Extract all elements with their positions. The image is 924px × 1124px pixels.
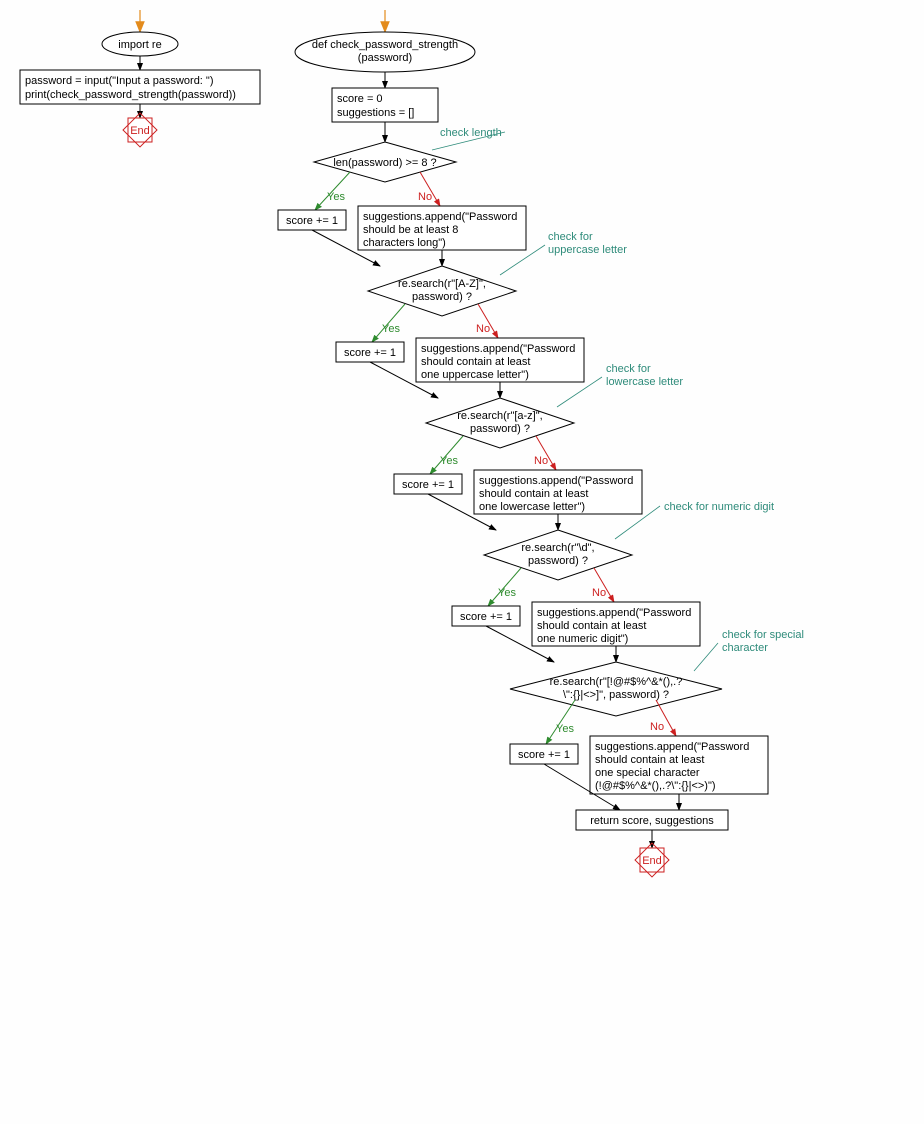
svg-text:return score, suggestions: return score, suggestions	[590, 815, 714, 827]
svg-text:check for numeric digit: check for numeric digit	[664, 501, 774, 513]
svg-text:No: No	[418, 191, 432, 203]
check-uppercase: check for uppercase letter re.search(r"[…	[336, 231, 627, 398]
svg-text:one uppercase letter"): one uppercase letter")	[421, 369, 529, 381]
svg-text:suggestions.append("Password: suggestions.append("Password	[421, 343, 575, 355]
flowchart: import re password = input("Input a pass…	[0, 0, 924, 1121]
svg-text:should be at least 8: should be at least 8	[363, 224, 458, 236]
svg-text:characters long"): characters long")	[363, 237, 446, 249]
svg-text:password) ?: password) ?	[470, 423, 530, 435]
left-body-line1: password = input("Input a password: ")	[25, 75, 214, 87]
svg-text:suggestions.append("Password: suggestions.append("Password	[363, 211, 517, 223]
svg-text:len(password) >= 8 ?: len(password) >= 8 ?	[333, 157, 436, 169]
check-length: check length len(password) >= 8 ? Yes sc…	[278, 127, 526, 266]
svg-text:No: No	[650, 721, 664, 733]
svg-text:Yes: Yes	[440, 455, 458, 467]
svg-text:re.search(r"\d",: re.search(r"\d",	[521, 542, 594, 554]
svg-text:score += 1: score += 1	[402, 479, 454, 491]
svg-text:No: No	[592, 587, 606, 599]
svg-text:score += 1: score += 1	[344, 347, 396, 359]
end-node-left: End	[123, 113, 157, 147]
comment-upper-l2: uppercase letter	[548, 244, 627, 256]
svg-text:re.search(r"[!@#$%^&*(),.?: re.search(r"[!@#$%^&*(),.?	[550, 676, 683, 688]
def-line1: def check_password_strength	[312, 39, 458, 51]
svg-text:re.search(r"[a-z]",: re.search(r"[a-z]",	[457, 410, 542, 422]
init-line1: score = 0	[337, 93, 383, 105]
svg-text:Yes: Yes	[556, 723, 574, 735]
init-line2: suggestions = []	[337, 107, 414, 119]
svg-text:score += 1: score += 1	[460, 611, 512, 623]
svg-text:score += 1: score += 1	[518, 749, 570, 761]
svg-text:re.search(r"[A-Z]",: re.search(r"[A-Z]",	[398, 278, 486, 290]
svg-text:No: No	[476, 323, 490, 335]
svg-text:End: End	[642, 855, 662, 867]
svg-text:check for: check for	[606, 363, 651, 375]
svg-text:password) ?: password) ?	[412, 291, 472, 303]
def-line2: (password)	[358, 52, 412, 64]
right-chart: def check_password_strength (password) s…	[278, 10, 804, 877]
svg-text:\":{}|<>]", password) ?: \":{}|<>]", password) ?	[563, 689, 669, 701]
import-text: import re	[118, 39, 161, 51]
svg-text:one special character: one special character	[595, 767, 700, 779]
svg-text:score += 1: score += 1	[286, 215, 338, 227]
check-lowercase: check for lowercase letter re.search(r"[…	[394, 363, 683, 530]
end-node-right: End	[635, 843, 669, 877]
svg-text:should contain at least: should contain at least	[421, 356, 530, 368]
svg-text:(!@#$%^&*(),.?\":{}|<>)"): (!@#$%^&*(),.?\":{}|<>)")	[595, 780, 716, 792]
left-body-line2: print(check_password_strength(password))	[25, 89, 236, 101]
svg-text:suggestions.append("Password: suggestions.append("Password	[595, 741, 749, 753]
svg-text:should contain at least: should contain at least	[595, 754, 704, 766]
svg-text:suggestions.append("Password: suggestions.append("Password	[537, 607, 691, 619]
svg-text:character: character	[722, 642, 768, 654]
svg-text:Yes: Yes	[498, 587, 516, 599]
svg-text:No: No	[534, 455, 548, 467]
svg-text:one numeric digit"): one numeric digit")	[537, 633, 628, 645]
comment-upper-l1: check for	[548, 231, 593, 243]
svg-text:Yes: Yes	[382, 323, 400, 335]
svg-text:lowercase letter: lowercase letter	[606, 376, 683, 388]
check-special: check for special character re.search(r"…	[510, 629, 804, 810]
svg-text:one lowercase letter"): one lowercase letter")	[479, 501, 585, 513]
svg-text:should contain at least: should contain at least	[479, 488, 588, 500]
svg-text:End: End	[130, 125, 150, 137]
svg-text:check for special: check for special	[722, 629, 804, 641]
svg-text:suggestions.append("Password: suggestions.append("Password	[479, 475, 633, 487]
comment-length: check length	[440, 127, 502, 139]
left-chart: import re password = input("Input a pass…	[20, 10, 260, 147]
svg-text:password) ?: password) ?	[528, 555, 588, 567]
svg-text:Yes: Yes	[327, 191, 345, 203]
svg-text:should contain at least: should contain at least	[537, 620, 646, 632]
